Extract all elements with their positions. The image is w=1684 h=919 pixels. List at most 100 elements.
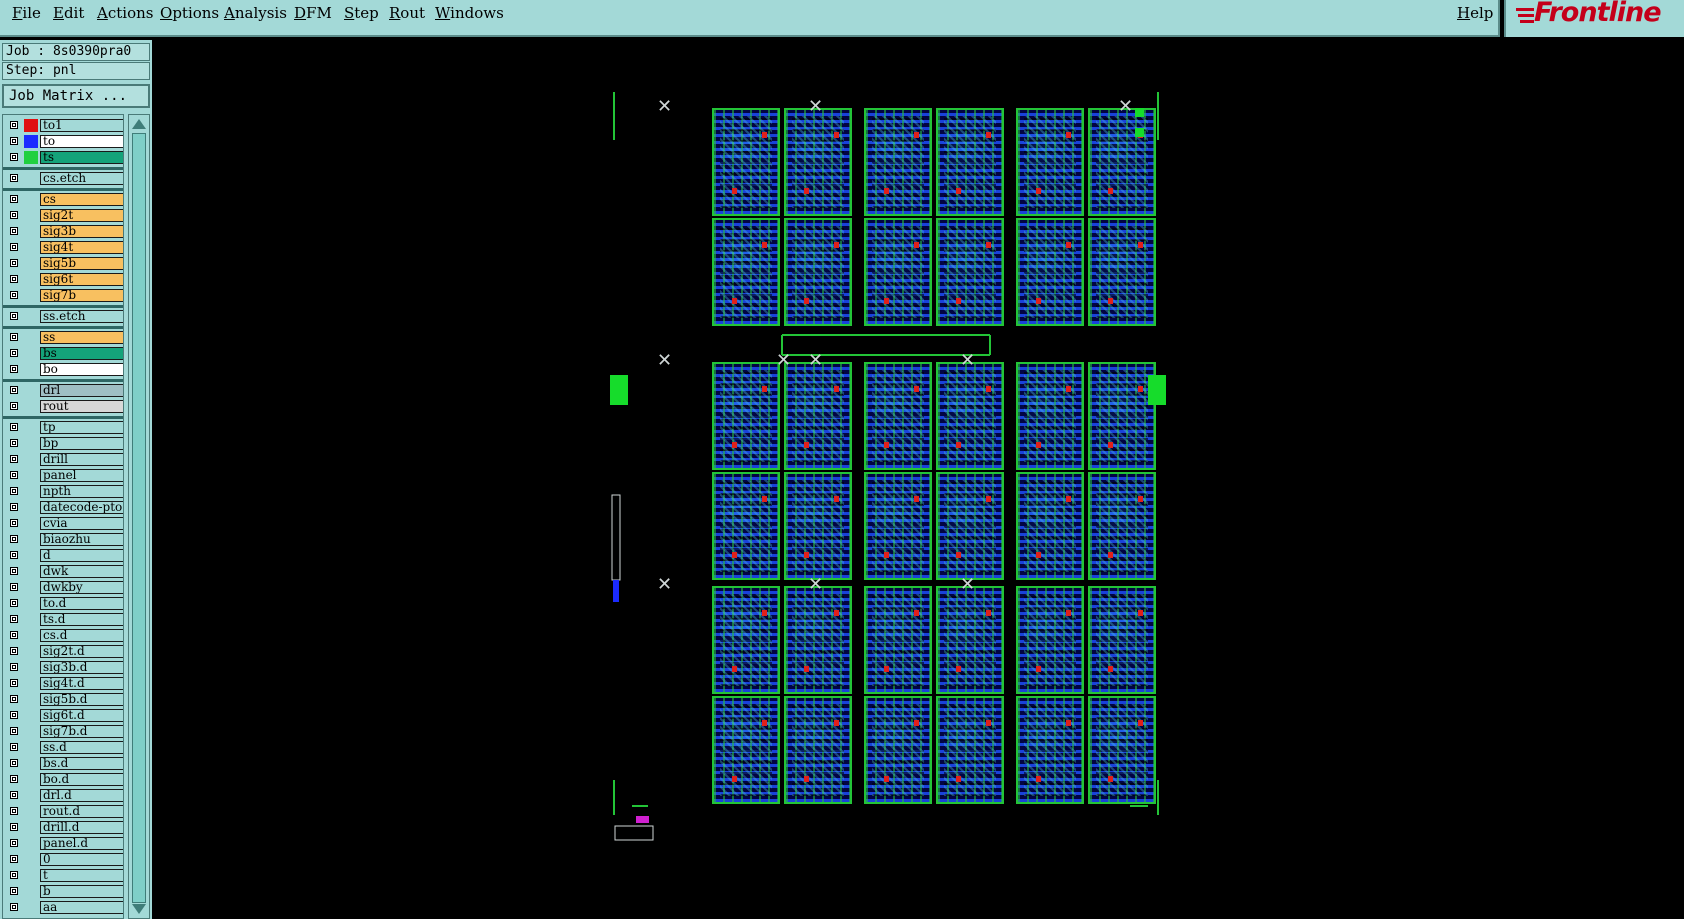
layer-name[interactable]: bo.d (40, 773, 123, 786)
layer-name[interactable]: panel (40, 469, 123, 482)
square-checkbox-icon[interactable] (10, 679, 18, 687)
menu-analysis[interactable]: Analysis (224, 4, 287, 22)
scroll-thumb[interactable] (132, 133, 146, 903)
layer-row[interactable]: sig4t.d (3, 676, 123, 691)
layer-name[interactable]: to.d (40, 597, 123, 610)
layer-row[interactable]: panel (3, 468, 123, 483)
layer-row[interactable]: sig6t.d (3, 708, 123, 723)
layer-name[interactable]: sig6t.d (40, 709, 123, 722)
square-checkbox-icon[interactable] (10, 349, 18, 357)
square-checkbox-icon[interactable] (10, 227, 18, 235)
square-checkbox-icon[interactable] (10, 174, 18, 182)
layer-name[interactable]: drill.d (40, 821, 123, 834)
layer-row[interactable]: bo (3, 362, 123, 377)
menu-file[interactable]: File (12, 4, 41, 22)
square-checkbox-icon[interactable] (10, 211, 18, 219)
square-checkbox-icon[interactable] (10, 823, 18, 831)
layer-row[interactable]: dwk (3, 564, 123, 579)
layer-name[interactable]: ss (40, 331, 123, 344)
square-checkbox-icon[interactable] (10, 727, 18, 735)
layer-name[interactable]: biaozhu (40, 533, 123, 546)
layer-row[interactable]: drl.d (3, 788, 123, 803)
layer-name[interactable]: aa (40, 901, 123, 914)
layer-name[interactable]: panel.d (40, 837, 123, 850)
square-checkbox-icon[interactable] (10, 275, 18, 283)
layer-row[interactable]: sig7b (3, 288, 123, 303)
layer-row[interactable]: drl (3, 383, 123, 398)
layer-name[interactable]: ss.d (40, 741, 123, 754)
square-checkbox-icon[interactable] (10, 615, 18, 623)
square-checkbox-icon[interactable] (10, 312, 18, 320)
layer-row[interactable]: cvia (3, 516, 123, 531)
menu-actions[interactable]: Actions (97, 4, 153, 22)
menu-help[interactable]: Help (1457, 4, 1493, 22)
layer-name[interactable]: datecode-pto (40, 501, 123, 514)
layer-row[interactable]: datecode-pto (3, 500, 123, 515)
layer-list-scrollbar[interactable] (128, 114, 150, 919)
layer-name[interactable]: tp (40, 421, 123, 434)
square-checkbox-icon[interactable] (10, 855, 18, 863)
layer-name[interactable]: sig2t (40, 209, 123, 222)
layer-row[interactable]: bs (3, 346, 123, 361)
layer-name[interactable]: sig4t.d (40, 677, 123, 690)
square-checkbox-icon[interactable] (10, 503, 18, 511)
layer-name[interactable]: b (40, 885, 123, 898)
layer-row[interactable]: bo.d (3, 772, 123, 787)
menu-step[interactable]: Step (344, 4, 379, 22)
layer-name[interactable]: bs.d (40, 757, 123, 770)
square-checkbox-icon[interactable] (10, 711, 18, 719)
layer-name[interactable]: to (40, 135, 123, 148)
layer-name[interactable]: bo (40, 363, 123, 376)
layer-row[interactable]: ts (3, 150, 123, 165)
menu-options[interactable]: Options (160, 4, 219, 22)
square-checkbox-icon[interactable] (10, 137, 18, 145)
layer-name[interactable]: sig5b.d (40, 693, 123, 706)
square-checkbox-icon[interactable] (10, 759, 18, 767)
job-matrix-button[interactable]: Job Matrix ... (2, 84, 150, 108)
layer-row[interactable]: sig6t (3, 272, 123, 287)
layer-color-swatch[interactable] (24, 135, 38, 148)
square-checkbox-icon[interactable] (10, 402, 18, 410)
layer-name[interactable]: drl.d (40, 789, 123, 802)
layer-row[interactable]: sig3b.d (3, 660, 123, 675)
layer-row[interactable]: sig5b.d (3, 692, 123, 707)
square-checkbox-icon[interactable] (10, 839, 18, 847)
layer-row[interactable]: drill (3, 452, 123, 467)
layer-name[interactable]: cs.d (40, 629, 123, 642)
layer-row[interactable]: bs.d (3, 756, 123, 771)
layer-row[interactable]: rout (3, 399, 123, 414)
layer-name[interactable]: cs.etch (40, 172, 123, 185)
square-checkbox-icon[interactable] (10, 121, 18, 129)
layer-name[interactable]: rout.d (40, 805, 123, 818)
layer-name[interactable]: dwkby (40, 581, 123, 594)
layer-name[interactable]: dwk (40, 565, 123, 578)
graphic-canvas[interactable]: ✕ ✕ ✕ ✕ ✕ ✕ ✕ ✕ ✕ ✕ (152, 40, 1684, 919)
layer-name[interactable]: sig3b (40, 225, 123, 238)
layer-name[interactable]: sig4t (40, 241, 123, 254)
square-checkbox-icon[interactable] (10, 386, 18, 394)
layer-row[interactable]: to (3, 134, 123, 149)
layer-name[interactable]: cs (40, 193, 123, 206)
layer-row[interactable]: sig5b (3, 256, 123, 271)
square-checkbox-icon[interactable] (10, 153, 18, 161)
layer-name[interactable]: npth (40, 485, 123, 498)
square-checkbox-icon[interactable] (10, 599, 18, 607)
layer-row[interactable]: ss.d (3, 740, 123, 755)
square-checkbox-icon[interactable] (10, 887, 18, 895)
layer-row[interactable]: panel.d (3, 836, 123, 851)
square-checkbox-icon[interactable] (10, 439, 18, 447)
square-checkbox-icon[interactable] (10, 259, 18, 267)
layer-row[interactable]: rout.d (3, 804, 123, 819)
menu-rout[interactable]: Rout (389, 4, 425, 22)
scroll-up-icon[interactable] (132, 119, 146, 129)
layer-row[interactable]: aa (3, 900, 123, 915)
square-checkbox-icon[interactable] (10, 871, 18, 879)
menu-dfm[interactable]: DFM (294, 4, 332, 22)
layer-row[interactable]: ss (3, 330, 123, 345)
square-checkbox-icon[interactable] (10, 663, 18, 671)
layer-name[interactable]: sig7b (40, 289, 123, 302)
layer-row[interactable]: t (3, 868, 123, 883)
layer-name[interactable]: drl (40, 384, 123, 397)
square-checkbox-icon[interactable] (10, 807, 18, 815)
layer-name[interactable]: sig7b.d (40, 725, 123, 738)
